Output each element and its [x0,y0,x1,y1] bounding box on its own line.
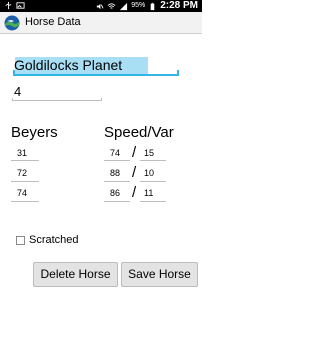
battery-percent: 95% [131,2,146,9]
usb-icon [5,1,12,10]
scratched-label[interactable]: Scratched [29,234,79,246]
speed-field-3-underline [104,201,130,202]
var-field-1[interactable] [144,147,164,159]
beyer-field-2-underline [11,181,39,182]
beyer-field-1[interactable] [17,147,37,159]
speed-field-1-underline [104,160,130,161]
number-field-tick-left [12,98,13,101]
status-time: 2:28 PM [160,0,198,11]
var-field-2[interactable] [144,167,164,179]
mute-icon [96,3,104,9]
number-field-underline [12,100,102,101]
row-1-slash: / [132,144,137,161]
var-field-3[interactable] [144,187,164,199]
row-3-slash: / [132,184,137,201]
speed-field-2-underline [104,181,130,182]
var-field-1-underline [140,160,166,161]
horse-name-field[interactable] [14,55,178,75]
number-field-tick-right [101,98,102,101]
speed-field-3[interactable] [110,187,130,199]
name-field-underline [13,74,179,76]
beyers-header: Beyers [11,124,58,141]
beyer-field-1-underline [11,160,39,161]
action-bar: Horse Data [0,12,202,34]
name-field-underline-left [13,70,15,75]
scratched-checkbox[interactable] [16,236,25,245]
name-field-underline-right [177,70,179,75]
wifi-icon [107,2,116,9]
horse-number-field[interactable] [14,82,100,100]
beyer-field-3-underline [11,201,39,202]
beyer-field-2[interactable] [17,167,37,179]
status-bar: 95% 2:28 PM [0,0,202,12]
image-notification-icon [16,2,25,9]
app-logo-icon[interactable] [4,15,20,31]
speed-field-1[interactable] [110,147,130,159]
row-2-slash: / [132,164,137,181]
beyer-field-3[interactable] [17,187,37,199]
delete-horse-button[interactable]: Delete Horse [33,262,118,287]
save-horse-button[interactable]: Save Horse [121,262,198,287]
app-title: Horse Data [25,16,81,28]
signal-icon [120,2,128,10]
speed-var-header: Speed/Var [104,124,174,141]
speed-field-2[interactable] [110,167,130,179]
var-field-3-underline [140,201,166,202]
battery-icon [150,2,155,10]
var-field-2-underline [140,181,166,182]
